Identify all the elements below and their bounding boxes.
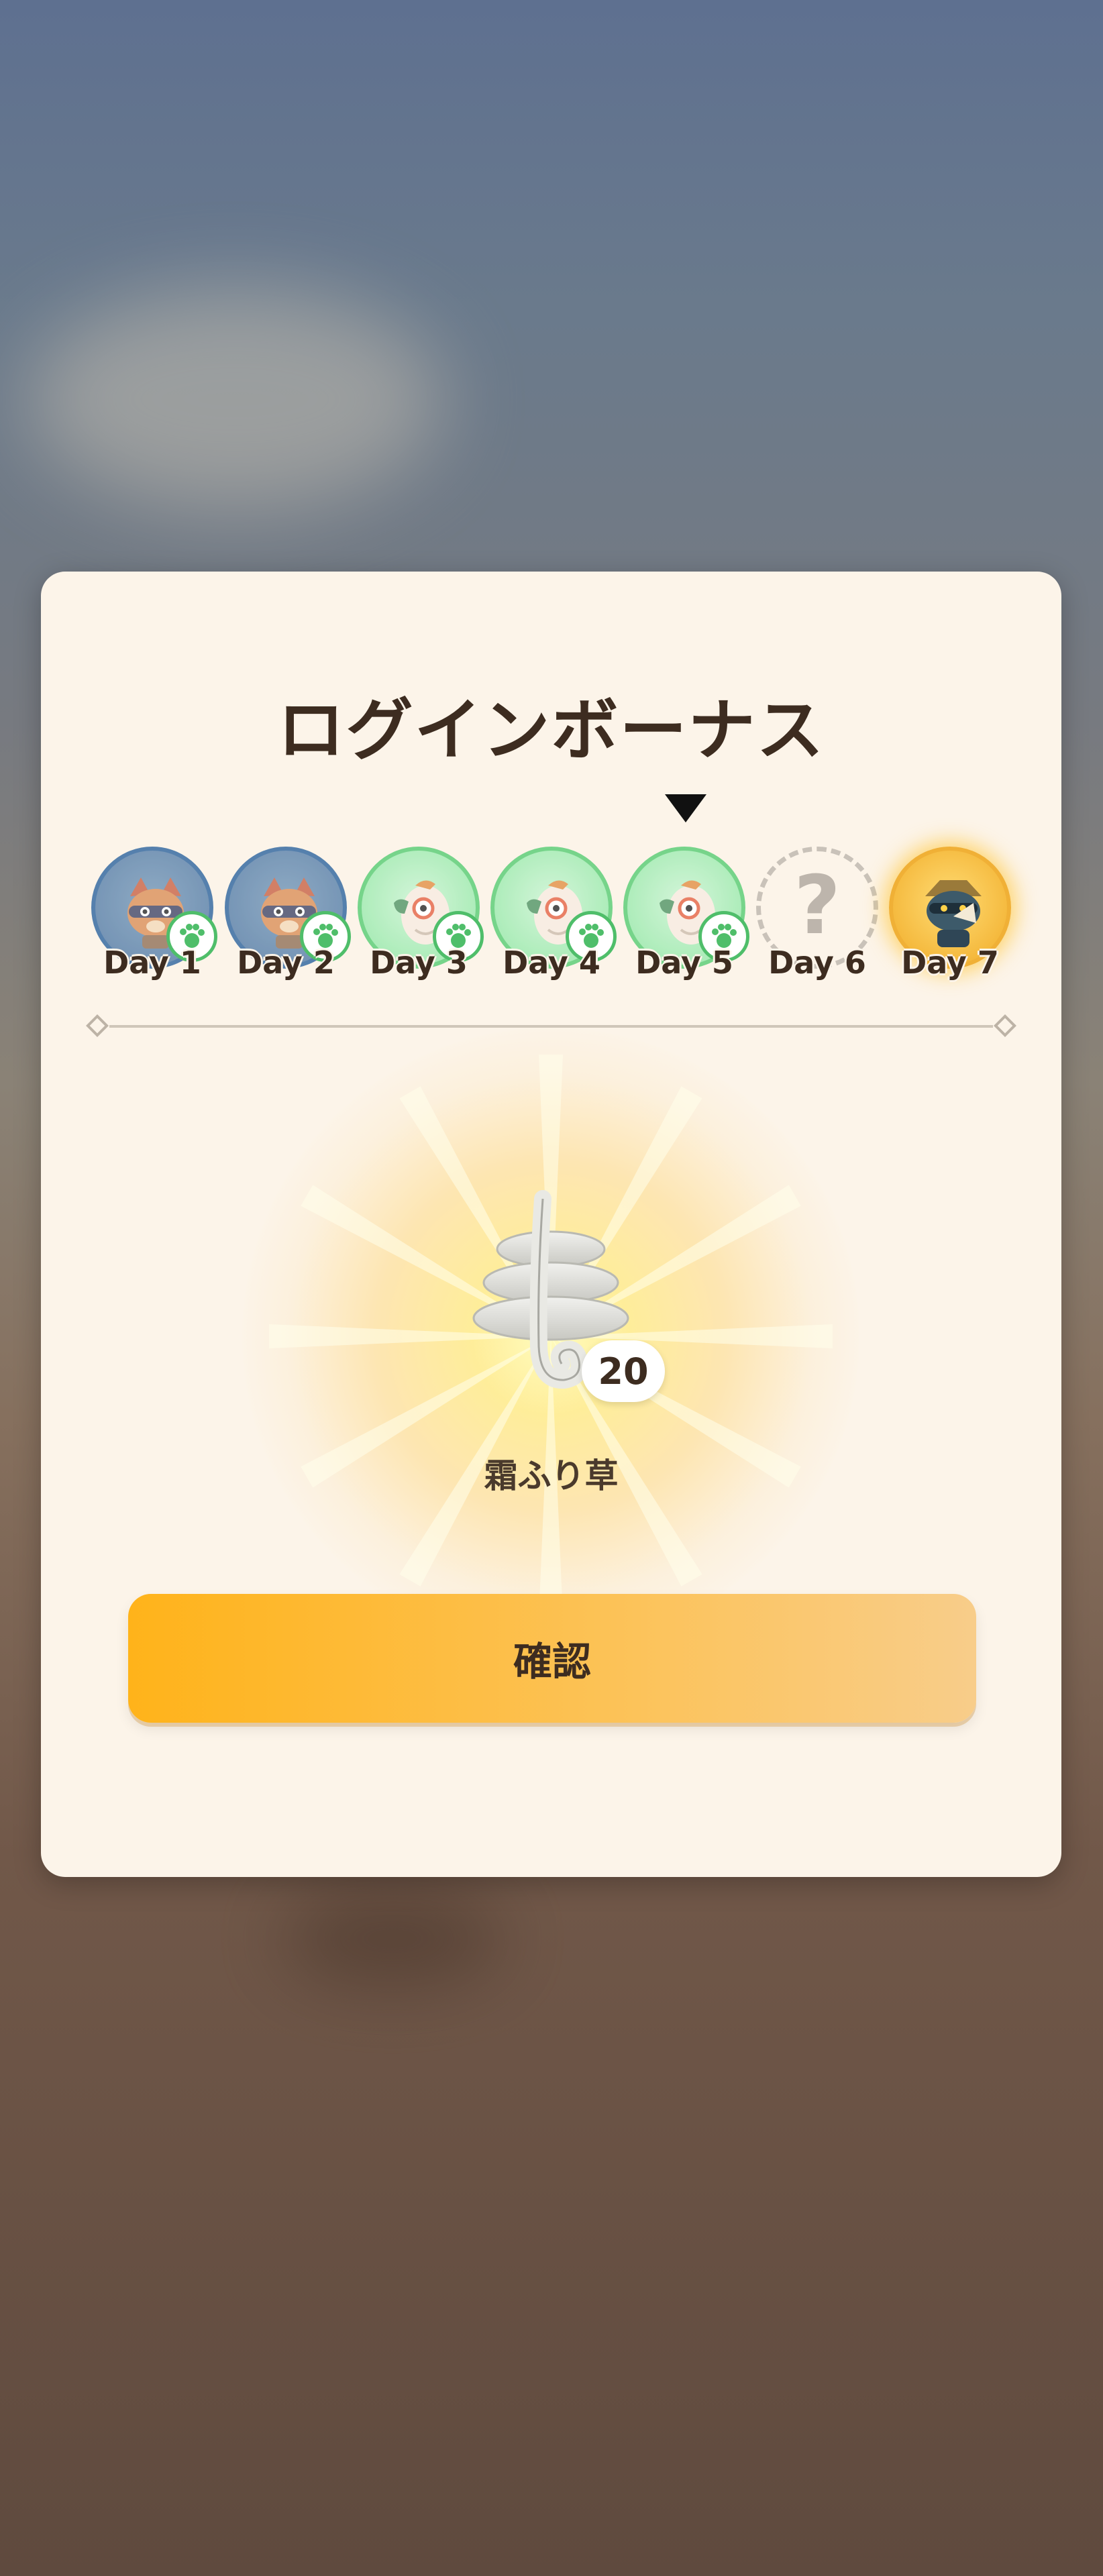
login-bonus-dialog: ログインボーナス Day 1 Day 2 Day 3 Day 4 Day 5 ?… (41, 572, 1061, 1877)
day-3-reward: Day 3 (355, 847, 484, 987)
background-cloud (27, 288, 443, 510)
day-4-label: Day 4 (503, 945, 600, 981)
day-3-label: Day 3 (370, 945, 468, 981)
reward-name: 霜ふり草 (484, 1456, 619, 1495)
day-2-reward: Day 2 (222, 847, 351, 987)
day-4-reward: Day 4 (488, 847, 617, 987)
day-track: Day 1 Day 2 Day 3 Day 4 Day 5 ? Day 6 Da… (41, 847, 1061, 987)
background-shadow (282, 1892, 503, 1986)
question-mark-icon: ? (794, 859, 841, 953)
day-1-label: Day 1 (103, 945, 201, 981)
day-1-reward: Day 1 (89, 847, 217, 987)
day-5-label: Day 5 (635, 945, 733, 981)
day-5-reward: Day 5 (621, 847, 749, 987)
confirm-button[interactable]: 確認 (128, 1594, 976, 1723)
day-2-label: Day 2 (237, 945, 335, 981)
day-7-label: Day 7 (901, 945, 999, 981)
day-6-label: Day 6 (768, 945, 866, 981)
day-6-reward: ? Day 6 (753, 847, 881, 987)
day-7-reward: Day 7 (886, 847, 1014, 987)
reward-quantity-badge: 20 (582, 1340, 665, 1402)
masked-cat-icon (925, 880, 982, 947)
current-day-marker-icon (665, 794, 706, 822)
divider-diamond-icon (994, 1014, 1016, 1037)
divider-diamond-icon (86, 1014, 109, 1037)
dialog-title: ログインボーナス (277, 691, 825, 769)
